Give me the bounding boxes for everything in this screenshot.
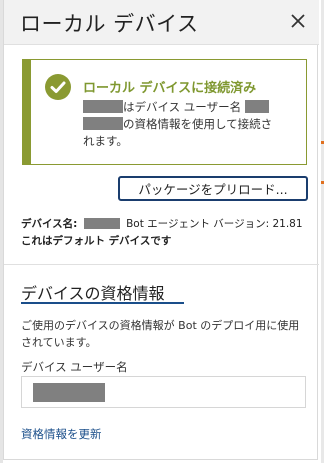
redacted-username-rest xyxy=(83,117,123,130)
redacted-username xyxy=(244,100,269,113)
section-title-underline xyxy=(21,302,184,304)
device-username-field[interactable] xyxy=(21,376,306,408)
close-icon xyxy=(291,14,305,28)
local-device-panel: ローカル デバイス ローカル デバイスに接続済み はデバイス ユーザー名 の資格… xyxy=(3,0,319,460)
section-divider xyxy=(4,264,319,265)
redacted-device-name-value xyxy=(83,218,120,229)
status-line3: れます。 xyxy=(83,134,128,148)
credentials-description: ご使用のデバイスの資格情報が Bot のデプロイ用に使用されています。 xyxy=(21,319,300,349)
close-button[interactable] xyxy=(287,10,309,32)
panel-title: ローカル デバイス xyxy=(20,12,199,36)
update-credentials-link[interactable]: 資格情報を更新 xyxy=(21,426,102,442)
redacted-device-name xyxy=(83,100,123,113)
device-name-label: デバイス名: xyxy=(21,218,78,230)
device-info-line: デバイス名: Bot エージェント バージョン: 21.81 xyxy=(21,216,303,231)
preload-packages-button[interactable]: パッケージをプリロード... xyxy=(118,176,308,201)
connection-status-box: ローカル デバイスに接続済み はデバイス ユーザー名 の資格情報を使用して接続さ… xyxy=(22,59,307,165)
default-device-text: これはデフォルト デバイスです xyxy=(21,235,172,247)
device-username-label: デバイス ユーザー名 xyxy=(21,360,128,374)
panel-header: ローカル デバイス xyxy=(4,0,319,45)
status-line2: の資格情報を使用して接続さ xyxy=(123,117,273,131)
status-message: はデバイス ユーザー名 の資格情報を使用して接続さ れます。 xyxy=(83,99,313,150)
status-title: ローカル デバイスに接続済み xyxy=(83,81,257,96)
credentials-section-title: デバイスの資格情報 xyxy=(21,284,165,303)
status-line1: はデバイス ユーザー名 xyxy=(123,100,242,114)
redacted-username-value xyxy=(33,383,105,402)
agent-version: Bot エージェント バージョン: 21.81 xyxy=(126,218,303,230)
check-circle-icon xyxy=(45,74,71,100)
screen: ローカル デバイス ローカル デバイスに接続済み はデバイス ユーザー名 の資格… xyxy=(0,0,324,463)
